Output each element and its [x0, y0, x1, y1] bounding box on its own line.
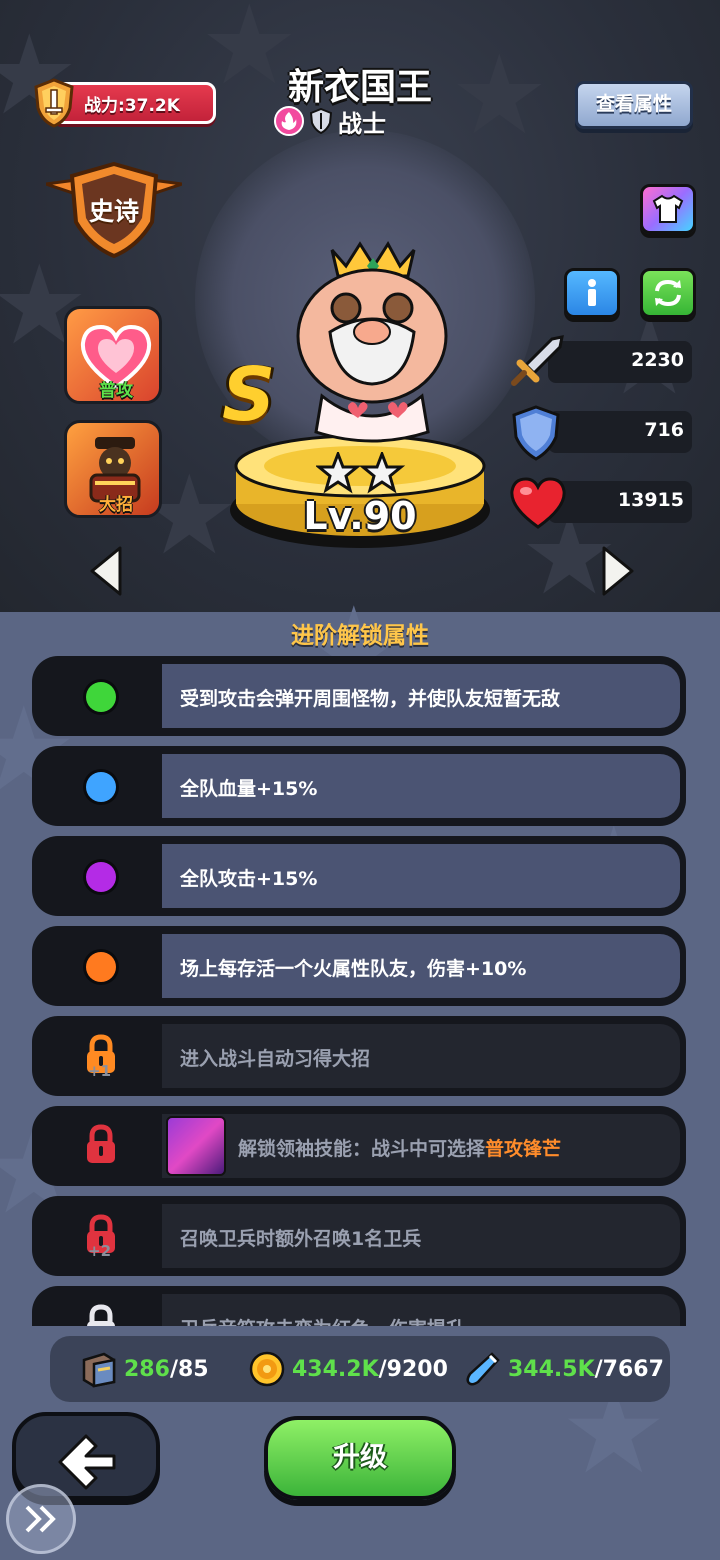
basic-attack-skill-card[interactable]: 普攻 [64, 306, 162, 404]
attack-stat: 2230 [508, 335, 694, 386]
gold-need: /9200 [378, 1356, 448, 1382]
attribute-row-locked: +2 召唤卫兵时额外召唤1名卫兵 [32, 1196, 686, 1276]
upgrade-cost-bar: 286/85 434.2K/9200 344.5K/7667 [50, 1336, 670, 1402]
hero-grade: S [222, 352, 276, 438]
unlock-attribute-list[interactable]: 受到攻击会弹开周围怪物，并使队友短暂无敌 全队血量+15% 全队攻击+15% 场… [32, 656, 688, 1326]
book-have: 286 [124, 1356, 170, 1382]
rarity-badge: 史诗 [45, 160, 183, 260]
hero-class: 战士 [274, 104, 386, 138]
star-icon [358, 452, 406, 494]
potion-have: 344.5K [508, 1356, 595, 1382]
view-attributes-button[interactable]: 查看属性 [575, 81, 693, 129]
purple-unlocked-dot-icon [86, 862, 116, 892]
skin-button[interactable] [640, 184, 696, 234]
basic-attack-label: 普攻 [99, 381, 133, 401]
hero-king-figure [296, 241, 448, 443]
attribute-row: 全队攻击+15% [32, 836, 686, 916]
attribute-text: 场上每存活一个火属性队友，伤害+10% [180, 958, 527, 980]
white-lock-icon [87, 1304, 115, 1326]
leader-skill-thumbnail-icon [166, 1116, 226, 1176]
rarity-label: 史诗 [88, 197, 139, 226]
attribute-row-locked: 解锁领袖技能：战斗中可选择普攻锋芒 [32, 1106, 686, 1186]
highlighted-skill-name: 普攻锋芒 [485, 1138, 562, 1160]
red-lock-icon [87, 1124, 115, 1163]
defense-value: 716 [644, 419, 684, 441]
gold-resource: 434.2K/9200 [248, 1350, 448, 1388]
attribute-row-locked: +1 进入战斗自动习得大招 [32, 1016, 686, 1096]
shield-class-icon [310, 108, 332, 134]
attribute-text: 卫兵音符攻击变为红色，伤害提升 [180, 1314, 465, 1326]
star-icon [316, 452, 362, 494]
defense-stat: 716 [508, 405, 694, 461]
lock-requirement: +2 [88, 1242, 112, 1260]
next-hero-arrow-icon[interactable] [598, 544, 638, 598]
potion-vial-icon [466, 1352, 500, 1386]
attribute-text: 受到攻击会弹开周围怪物，并使队友短暂无敌 [180, 688, 561, 710]
book-resource: 286/85 [80, 1350, 209, 1388]
fire-element-icon [274, 106, 304, 136]
green-unlocked-dot-icon [86, 682, 116, 712]
attribute-row: 场上每存活一个火属性队友，伤害+10% [32, 926, 686, 1006]
previous-hero-arrow-icon[interactable] [86, 544, 126, 598]
hero-level: Lv.90 [303, 494, 417, 538]
skill-book-icon [82, 1352, 116, 1388]
blue-unlocked-dot-icon [86, 772, 116, 802]
attribute-text: 全队攻击+15% [180, 868, 318, 890]
potion-need: /7667 [594, 1356, 664, 1382]
attribute-row: 全队血量+15% [32, 746, 686, 826]
refresh-button[interactable] [640, 268, 696, 318]
attribute-row: 受到攻击会弹开周围怪物，并使队友短暂无敌 [32, 656, 686, 736]
attribute-text: 召唤卫兵时额外召唤1名卫兵 [180, 1228, 422, 1250]
attack-value: 2230 [631, 349, 684, 371]
hero-class-label: 战士 [338, 109, 386, 138]
tshirt-icon [652, 194, 684, 223]
fast-forward-button[interactable] [6, 1484, 76, 1554]
attribute-row-locked: 卫兵音符攻击变为红色，伤害提升 [32, 1286, 686, 1326]
book-need: /85 [169, 1356, 209, 1382]
gold-have: 434.2K [292, 1356, 379, 1382]
upgrade-button[interactable]: 升级 [264, 1416, 456, 1500]
potion-resource: 344.5K/7667 [464, 1350, 664, 1388]
section-title: 进阶解锁属性 [291, 623, 429, 649]
attribute-text: 解锁领袖技能：战斗中可选择普攻锋芒 [238, 1138, 562, 1160]
lock-requirement: +1 [88, 1062, 112, 1080]
info-icon [588, 279, 596, 306]
orange-unlocked-dot-icon [86, 952, 116, 982]
info-button[interactable] [564, 268, 620, 318]
attribute-text: 进入战斗自动习得大招 [180, 1048, 371, 1070]
attribute-text: 全队血量+15% [180, 778, 318, 800]
double-chevron-icon [25, 1505, 56, 1533]
gold-coin-icon [249, 1351, 285, 1387]
star-rating [316, 452, 406, 494]
refresh-icon [655, 279, 681, 307]
